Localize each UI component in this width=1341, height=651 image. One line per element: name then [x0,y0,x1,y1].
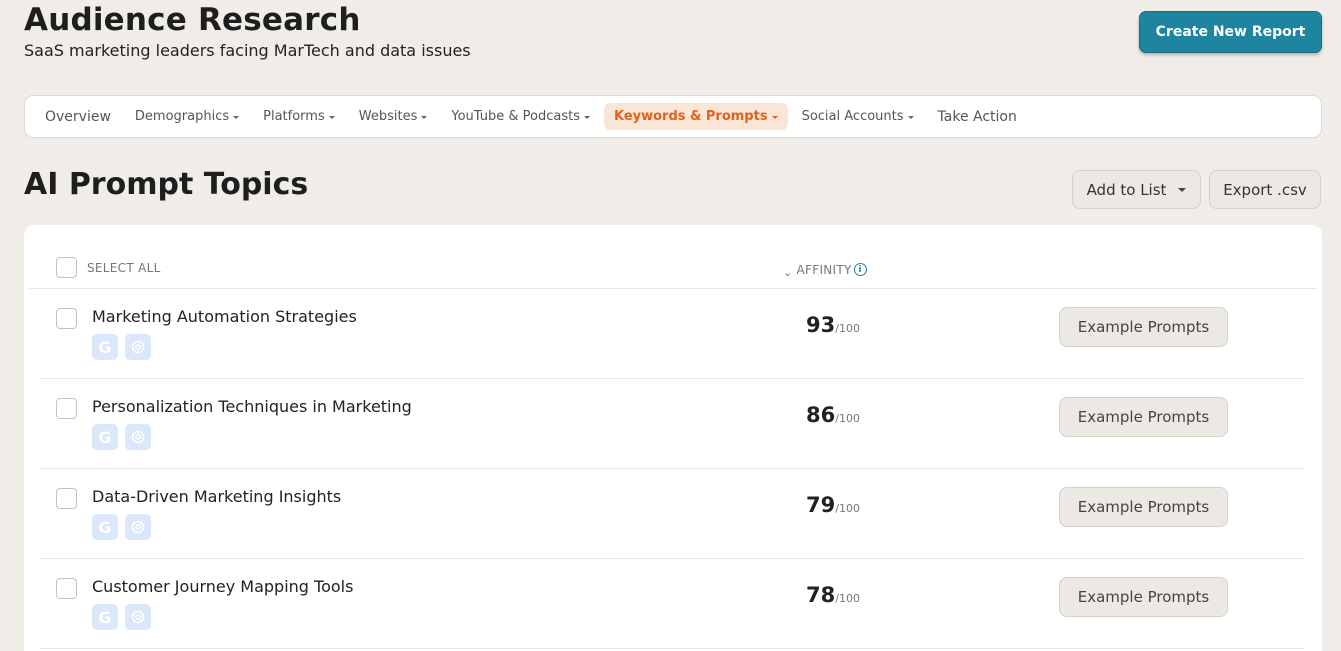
example-prompts-button[interactable]: Example Prompts [1059,577,1228,617]
row-checkbox[interactable] [56,488,77,509]
nav-tab-platforms[interactable]: Platforms [253,103,345,130]
nav-tab-label: Take Action [937,108,1017,125]
affinity-score: 93/100 [806,313,860,337]
nav-tab-label: Platforms [263,109,325,124]
affinity-label: AFFINITY [796,262,852,277]
affinity-column-header[interactable]: ⌄ AFFINITY i [783,260,867,279]
select-all-checkbox[interactable] [56,257,77,278]
select-all-label: SELECT ALL [87,261,161,275]
caret-down-icon [328,115,335,119]
table-row: Marketing Automation Strategies G 93/100… [40,289,1304,379]
caret-down-icon [1178,187,1187,192]
topic-name: Data-Driven Marketing Insights [92,487,342,506]
row-checkbox[interactable] [56,308,77,329]
row-checkbox[interactable] [56,398,77,419]
add-to-list-label: Add to List [1086,180,1167,199]
affinity-score: 79/100 [806,493,860,517]
nav-tab-demographics[interactable]: Demographics [125,103,249,130]
create-new-report-button[interactable]: Create New Report [1139,11,1322,53]
chatgpt-icon [125,514,151,540]
table-row: Data-Driven Marketing Insights G 79/100 … [40,469,1304,559]
affinity-max: /100 [835,412,860,425]
caret-down-icon [583,115,590,119]
caret-down-icon [421,115,428,119]
affinity-score: 78/100 [806,583,860,607]
nav-tab-label: Websites [358,109,418,124]
chatgpt-icon [125,334,151,360]
sort-down-icon[interactable]: ⌄ [783,266,793,279]
report-nav: Overview Demographics Platforms Websites… [24,95,1322,138]
page-subtitle: SaaS marketing leaders facing MarTech an… [24,41,471,60]
nav-tab-label: Social Accounts [801,109,904,124]
table-header: SELECT ALL ⌄ AFFINITY i [29,247,1317,289]
affinity-score: 86/100 [806,403,860,427]
nav-tab-websites[interactable]: Websites [349,103,438,130]
example-prompts-button[interactable]: Example Prompts [1059,307,1228,347]
affinity-value: 86 [806,403,836,427]
nav-tab-overview[interactable]: Overview [35,103,121,131]
nav-tab-social-accounts[interactable]: Social Accounts [792,103,924,130]
caret-down-icon [907,115,914,119]
row-checkbox[interactable] [56,578,77,599]
table-row: Customer Journey Mapping Tools G 78/100 … [40,559,1304,649]
example-prompts-button[interactable]: Example Prompts [1059,487,1228,527]
topic-name: Marketing Automation Strategies [92,307,357,326]
export-csv-button[interactable]: Export .csv [1209,170,1321,209]
affinity-value: 93 [806,313,836,337]
google-icon: G [92,334,118,360]
nav-tab-keywords-prompts[interactable]: Keywords & Prompts [603,103,788,130]
topic-name: Personalization Techniques in Marketing [92,397,412,416]
affinity-max: /100 [835,592,860,605]
google-icon: G [92,424,118,450]
affinity-value: 79 [806,493,836,517]
topic-name: Customer Journey Mapping Tools [92,577,354,596]
chatgpt-icon [125,424,151,450]
example-prompts-button[interactable]: Example Prompts [1059,397,1228,437]
affinity-value: 78 [806,583,836,607]
caret-down-icon [771,115,778,119]
affinity-max: /100 [835,322,860,335]
nav-tab-take-action[interactable]: Take Action [928,103,1027,131]
section-title: AI Prompt Topics [24,167,309,202]
chatgpt-icon [125,604,151,630]
google-icon: G [92,514,118,540]
nav-tab-label: Demographics [134,109,230,124]
table-row: Personalization Techniques in Marketing … [40,379,1304,469]
topics-table: SELECT ALL ⌄ AFFINITY i Marketing Automa… [24,225,1322,651]
affinity-max: /100 [835,502,860,515]
google-icon: G [92,604,118,630]
nav-tab-label: Overview [45,108,111,125]
page-title: Audience Research [24,2,361,38]
nav-tab-label: YouTube & Podcasts [451,109,580,124]
caret-down-icon [233,115,240,119]
add-to-list-button[interactable]: Add to List [1072,170,1201,209]
nav-tab-youtube-podcasts[interactable]: YouTube & Podcasts [441,103,600,130]
nav-tab-label: Keywords & Prompts [613,109,768,124]
info-icon[interactable]: i [853,263,867,276]
